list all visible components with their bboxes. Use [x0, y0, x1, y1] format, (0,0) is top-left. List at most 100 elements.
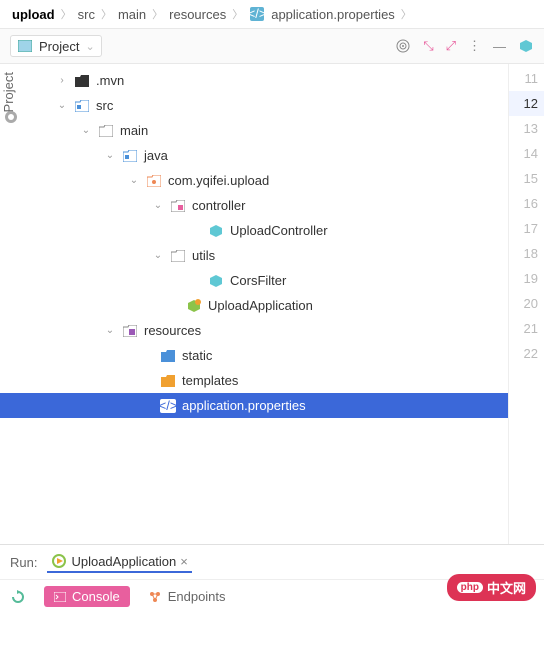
endpoints-icon [148, 590, 162, 604]
run-tab-label: UploadApplication [71, 554, 176, 569]
tree-item[interactable]: templates [0, 368, 508, 393]
line-number: 12 [509, 91, 544, 116]
expand-arrow-icon[interactable]: ⌄ [152, 250, 164, 261]
project-label: Project [39, 39, 79, 54]
tree-item-label: application.properties [182, 398, 306, 413]
line-number: 16 [509, 191, 538, 216]
breadcrumb-item[interactable]: resources [169, 7, 226, 22]
tree-item-label: CorsFilter [230, 273, 286, 288]
tree-item[interactable]: ⌄ com.yqifei.upload [0, 168, 508, 193]
expand-arrow-icon[interactable]: ⌄ [104, 150, 116, 161]
folder-orange-icon [146, 173, 162, 189]
tree-item[interactable]: static [0, 343, 508, 368]
tree-item-label: main [120, 123, 148, 138]
watermark-badge: php 中文网 [447, 574, 536, 601]
cube-icon[interactable] [518, 38, 534, 54]
chevron-icon: 〉 [152, 6, 163, 22]
expand-arrow-icon[interactable]: ⌄ [80, 125, 92, 136]
expand-arrow-icon[interactable]: ⌄ [56, 100, 68, 111]
expand-icon[interactable]: ⤢ [446, 38, 456, 54]
folder-static-icon [160, 348, 176, 364]
folder-dark-icon [74, 73, 90, 89]
editor-gutter: 111213141516171819202122 [508, 64, 544, 544]
tree-item-label: resources [144, 323, 201, 338]
target-icon[interactable] [395, 38, 411, 54]
props-file-icon: </> [249, 6, 265, 22]
line-number: 13 [509, 116, 538, 141]
minimize-icon[interactable]: — [493, 39, 506, 54]
collapse-icon[interactable]: ⤡ [423, 38, 433, 54]
close-icon[interactable]: × [180, 554, 188, 569]
spring-app-icon [186, 298, 202, 314]
expand-arrow-icon[interactable]: ⌄ [152, 200, 164, 211]
breadcrumb-item[interactable]: src [78, 7, 95, 22]
svg-text:</>: </> [160, 399, 176, 413]
tree-item[interactable]: ⌄ main [0, 118, 508, 143]
folder-purple-icon [122, 323, 138, 339]
line-number: 17 [509, 216, 538, 241]
console-icon [54, 592, 66, 602]
line-number: 20 [509, 291, 538, 316]
chevron-icon: 〉 [401, 6, 412, 22]
line-number: 19 [509, 266, 538, 291]
tree-item-label: UploadApplication [208, 298, 313, 313]
project-tool-tab[interactable]: Project [1, 72, 16, 112]
rerun-icon[interactable] [10, 589, 26, 605]
line-number: 18 [509, 241, 538, 266]
breadcrumb-item[interactable]: application.properties [271, 7, 395, 22]
structure-icon[interactable] [4, 110, 18, 124]
expand-arrow-icon[interactable]: › [56, 75, 68, 86]
spring-run-icon [51, 553, 67, 569]
run-tab[interactable]: UploadApplication × [47, 551, 191, 573]
line-number: 22 [509, 341, 538, 366]
tree-item-label: .mvn [96, 73, 124, 88]
tree-item-label: controller [192, 198, 245, 213]
run-label: Run: [10, 555, 37, 570]
expand-arrow-icon[interactable]: ⌄ [104, 325, 116, 336]
tree-item[interactable]: UploadApplication [0, 293, 508, 318]
more-icon[interactable]: ⋮ [468, 38, 481, 54]
chevron-icon: 〉 [232, 6, 243, 22]
expand-arrow-icon[interactable]: ⌄ [128, 175, 140, 186]
tree-item[interactable]: ⌄utils [0, 243, 508, 268]
console-tab[interactable]: Console [44, 586, 130, 607]
tree-item[interactable]: › .mvn [0, 68, 508, 93]
folder-outline-icon [170, 248, 186, 264]
tree-item[interactable]: CorsFilter [0, 268, 508, 293]
breadcrumb-item[interactable]: main [118, 7, 146, 22]
folder-pink-icon [170, 198, 186, 214]
line-number: 14 [509, 141, 538, 166]
main-panel: › .mvn ⌄ src ⌄ main ⌄ java ⌄ com.yqifei.upload ⌄ co… [0, 64, 544, 544]
folder-templates-icon [160, 373, 176, 389]
tree-item-label: static [182, 348, 212, 363]
tree-item[interactable]: ⌄ controller [0, 193, 508, 218]
project-tree[interactable]: › .mvn ⌄ src ⌄ main ⌄ java ⌄ com.yqifei.upload ⌄ co… [0, 64, 508, 544]
tree-item-label: templates [182, 373, 238, 388]
chevron-icon: 〉 [101, 6, 112, 22]
project-dropdown[interactable]: Project ⌄ [10, 35, 102, 57]
tree-item[interactable]: UploadController [0, 218, 508, 243]
breadcrumb-root[interactable]: upload [12, 7, 55, 22]
folder-blue-icon [74, 98, 90, 114]
project-toolbar: Project ⌄ ⤡ ⤢ ⋮ — [0, 28, 544, 64]
line-number: 21 [509, 316, 538, 341]
class-file-icon [208, 223, 224, 239]
tree-item[interactable]: ⌄ resources [0, 318, 508, 343]
svg-text:</>: </> [250, 7, 264, 21]
tree-item-label: com.yqifei.upload [168, 173, 269, 188]
folder-outline-icon [98, 123, 114, 139]
line-number: 11 [509, 66, 538, 91]
line-number: 15 [509, 166, 538, 191]
folder-blue-icon [122, 148, 138, 164]
endpoints-tab[interactable]: Endpoints [148, 589, 226, 604]
tree-item[interactable]: </> application.properties [0, 393, 508, 418]
props-file-icon: </> [160, 398, 176, 414]
tree-item-label: java [144, 148, 168, 163]
tree-item[interactable]: ⌄ src [0, 93, 508, 118]
class-file-icon [208, 273, 224, 289]
tree-item[interactable]: ⌄ java [0, 143, 508, 168]
chevron-icon: 〉 [61, 6, 72, 22]
breadcrumb: upload 〉 src 〉 main 〉 resources 〉 </> ap… [0, 0, 544, 28]
tree-item-label: src [96, 98, 113, 113]
project-icon [17, 38, 33, 54]
